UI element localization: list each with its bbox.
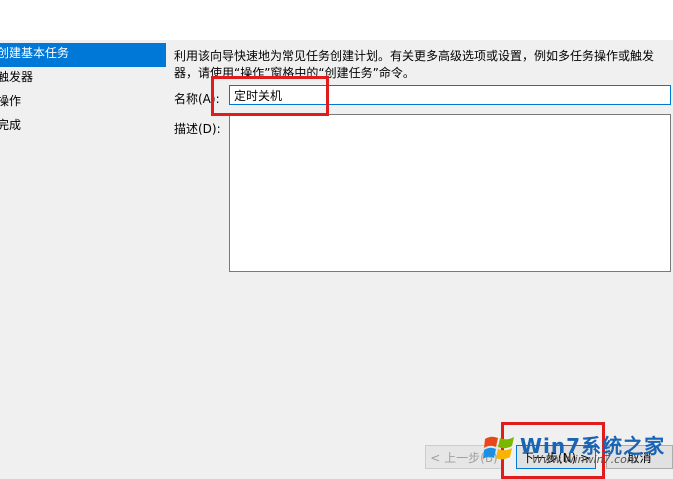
- intro-text: 利用该向导快速地为常见任务创建计划。有关更多高级选项或设置，例如多任务操作或触发…: [174, 49, 655, 80]
- step-create-basic-task[interactable]: 创建基本任务: [0, 43, 166, 67]
- description-label: 描述(D):: [174, 122, 221, 136]
- step-action[interactable]: 操作: [0, 91, 166, 115]
- step-label: 完成: [0, 118, 22, 132]
- name-label: 名称(A):: [174, 92, 220, 106]
- step-label: 操作: [0, 94, 22, 108]
- step-label: 触发器: [0, 70, 34, 84]
- step-label: 创建基本任务: [0, 46, 70, 60]
- step-finish[interactable]: 完成: [0, 115, 166, 139]
- step-trigger[interactable]: 触发器: [0, 67, 166, 91]
- wizard-steps-panel: 创建基本任务 触发器 操作 完成: [0, 43, 166, 139]
- windows-logo-icon: [483, 436, 514, 460]
- description-textarea[interactable]: [229, 114, 671, 272]
- watermark-url: Www.Winwin7.com: [532, 453, 638, 466]
- header-band: [0, 0, 673, 40]
- name-input[interactable]: [229, 85, 671, 105]
